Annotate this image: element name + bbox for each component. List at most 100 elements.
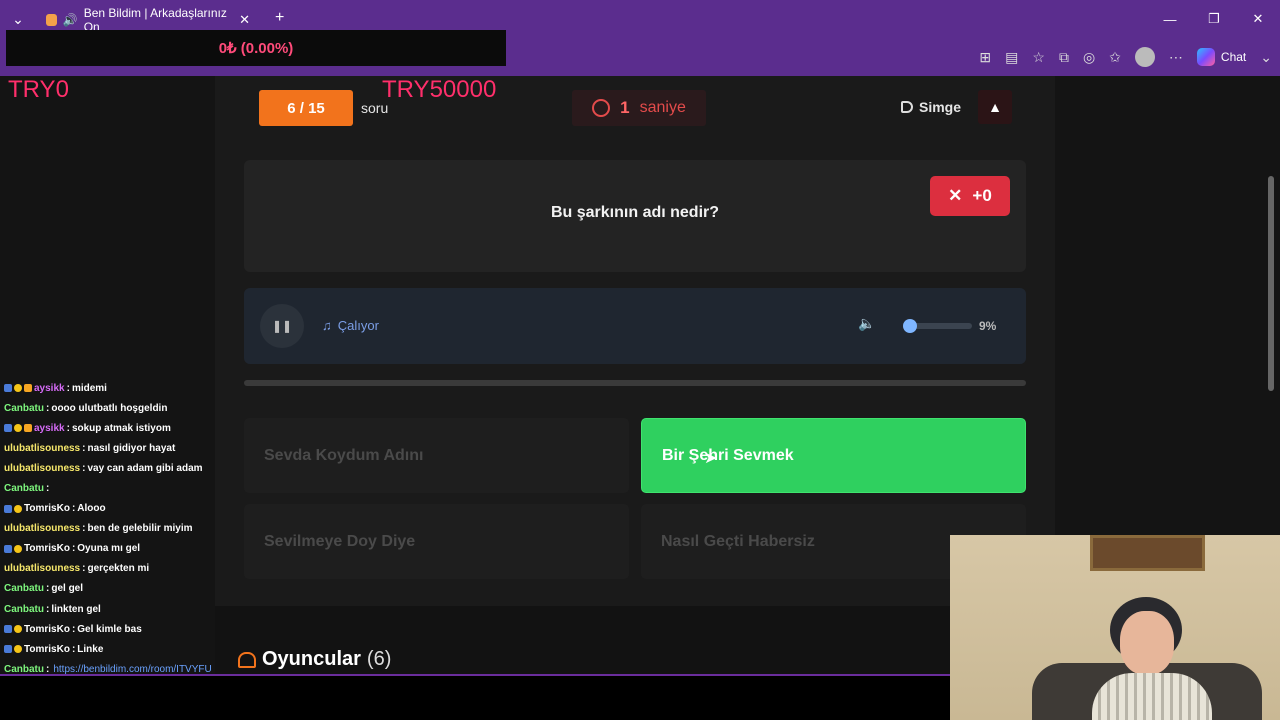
chat-separator: : <box>82 563 86 575</box>
players-count: (6) <box>366 648 392 670</box>
answer-option-1[interactable]: Sevda Koydum Adını <box>244 418 629 493</box>
page-scrollbar[interactable] <box>1268 176 1274 391</box>
coin-badge-icon <box>14 504 22 513</box>
chat-message: TomrisKo : Alooo <box>4 499 244 519</box>
chat-username[interactable]: Canbatu <box>4 483 44 494</box>
toolbar-icons: ⊞ ▤ ☆ ⧉ ◎ ✩ ⋯ Chat ⌄ <box>979 38 1272 76</box>
badge-icon <box>4 645 12 654</box>
chat-separator: : <box>71 623 76 635</box>
hint-button[interactable]: Simge <box>901 99 961 115</box>
app-available-icon[interactable]: ⊞ <box>979 49 991 66</box>
question-counter: 6 / 15 <box>259 90 353 126</box>
speaker-icon[interactable]: 🔊 <box>63 13 78 27</box>
favorites-icon[interactable]: ✩ <box>1109 49 1121 66</box>
badge-icon <box>4 384 12 393</box>
chat-message: TomrisKo : Oyuna mı gel <box>4 539 244 559</box>
players-title: Oyuncular <box>262 648 361 670</box>
extensions-icon[interactable]: ⧉ <box>1059 49 1069 66</box>
chat-username[interactable]: aysikk <box>34 423 65 434</box>
chat-message: Canbatu : linkten gel <box>4 599 244 619</box>
mouse-cursor-icon: ➤ <box>704 450 718 467</box>
coin-badge-icon <box>14 544 22 553</box>
clock-icon <box>592 99 611 117</box>
chat-username[interactable]: TomrisKo <box>24 503 70 514</box>
playing-status: ♫ Çalıyor <box>322 318 379 333</box>
chat-message: TomrisKo : Gel kimle bas <box>4 619 244 639</box>
playing-label: Çalıyor <box>337 318 379 333</box>
favorite-star-icon[interactable]: ☆ <box>1032 49 1045 66</box>
chat-text: gel gel <box>51 583 84 595</box>
chat-separator: : <box>82 442 86 454</box>
chat-message: aysikk : sokup atmak istiyom <box>4 418 244 438</box>
chat-separator: : <box>46 402 50 414</box>
score-value: +0 <box>972 186 992 205</box>
volume-icon[interactable]: 🔈 <box>858 315 875 332</box>
chat-message: TomrisKo : Linke <box>4 639 244 659</box>
chat-username[interactable]: ulubatlisouness <box>4 463 80 474</box>
chat-separator: : <box>66 382 70 394</box>
badge-icon <box>4 504 12 513</box>
players-section-header: Oyuncular (6) <box>238 648 391 671</box>
close-window-button[interactable]: ✕ <box>1236 0 1280 38</box>
answer-option-3[interactable]: Sevilmeye Doy Diye <box>244 504 629 579</box>
chat-username[interactable]: TomrisKo <box>24 644 70 655</box>
score-badge: ✕ +0 <box>930 176 1010 216</box>
sub-badge-icon <box>24 424 32 433</box>
chat-username[interactable]: ulubatlisouness <box>4 523 80 534</box>
chat-text: sokup atmak istiyom <box>71 422 171 434</box>
more-menu-icon[interactable]: ⋯ <box>1169 49 1183 66</box>
chevron-down-icon[interactable]: ⌄ <box>1260 49 1272 66</box>
chat-username[interactable]: Canbatu <box>4 403 44 414</box>
tag-icon <box>901 101 913 113</box>
chat-separator: : <box>71 503 76 515</box>
chat-separator: : <box>82 462 86 474</box>
coin-badge-icon <box>14 645 22 654</box>
reading-mode-icon[interactable]: ▤ <box>1005 49 1018 66</box>
chat-username[interactable]: TomrisKo <box>24 543 70 554</box>
answer-option-2[interactable]: Bir Şehri Sevmek <box>641 418 1026 493</box>
game-status-row: 6 / 15 soru 1 saniye Simge ▲ <box>244 88 1026 128</box>
badge-icon <box>4 625 12 634</box>
tab-close-icon[interactable]: ✕ <box>239 12 250 28</box>
try-counter-left: TRY0 <box>8 76 69 103</box>
chat-separator: : <box>71 643 76 655</box>
chat-text: Oyuna mı gel <box>77 543 141 555</box>
music-note-icon: ♫ <box>322 318 332 333</box>
song-progress-bar <box>244 380 1026 386</box>
browser-essentials-icon[interactable]: ◎ <box>1083 49 1095 66</box>
chat-username[interactable]: ulubatlisouness <box>4 563 80 574</box>
copilot-chat-button[interactable]: Chat <box>1196 48 1247 66</box>
minimize-button[interactable]: — <box>1148 0 1192 38</box>
coin-badge-icon <box>14 625 22 634</box>
badge-icon <box>4 544 12 553</box>
volume-slider-thumb[interactable] <box>903 319 917 333</box>
badge-icon <box>4 424 12 433</box>
warning-icon: ▲ <box>988 99 1002 115</box>
chat-message: ulubatlisouness : gerçekten mi <box>4 559 244 579</box>
donation-overlay: 0₺ (0.00%) <box>6 30 506 66</box>
pause-button[interactable]: ❚❚ <box>260 304 304 348</box>
audio-player: ❚❚ ♫ Çalıyor 🔈 9% <box>244 288 1026 364</box>
chat-separator: : <box>46 583 50 595</box>
hint-label: Simge <box>919 99 962 115</box>
new-tab-button[interactable]: + <box>275 9 284 27</box>
bottom-black-bar <box>0 676 950 720</box>
chat-username[interactable]: ulubatlisouness <box>4 443 80 454</box>
chat-username[interactable]: Canbatu <box>4 604 44 615</box>
volume-percent: 9% <box>979 319 997 333</box>
chat-username[interactable]: aysikk <box>34 383 65 394</box>
donation-counter: 0₺ (0.00%) <box>218 40 294 57</box>
chat-label: Chat <box>1220 50 1247 64</box>
chat-text: vay can adam gibi adam <box>87 462 203 474</box>
report-button[interactable]: ▲ <box>978 90 1012 124</box>
pause-icon: ❚❚ <box>271 319 293 333</box>
chat-username[interactable]: Canbatu <box>4 583 44 594</box>
profile-avatar[interactable] <box>1134 47 1155 67</box>
chat-text: ben de gelebilir miyim <box>87 523 193 535</box>
coin-badge-icon <box>14 424 22 433</box>
maximize-button[interactable]: ❐ <box>1192 0 1236 38</box>
wall-painting <box>1090 535 1205 571</box>
chat-text: Linke <box>77 643 104 655</box>
chat-username[interactable]: TomrisKo <box>24 624 70 635</box>
timer-unit: saniye <box>639 99 686 116</box>
